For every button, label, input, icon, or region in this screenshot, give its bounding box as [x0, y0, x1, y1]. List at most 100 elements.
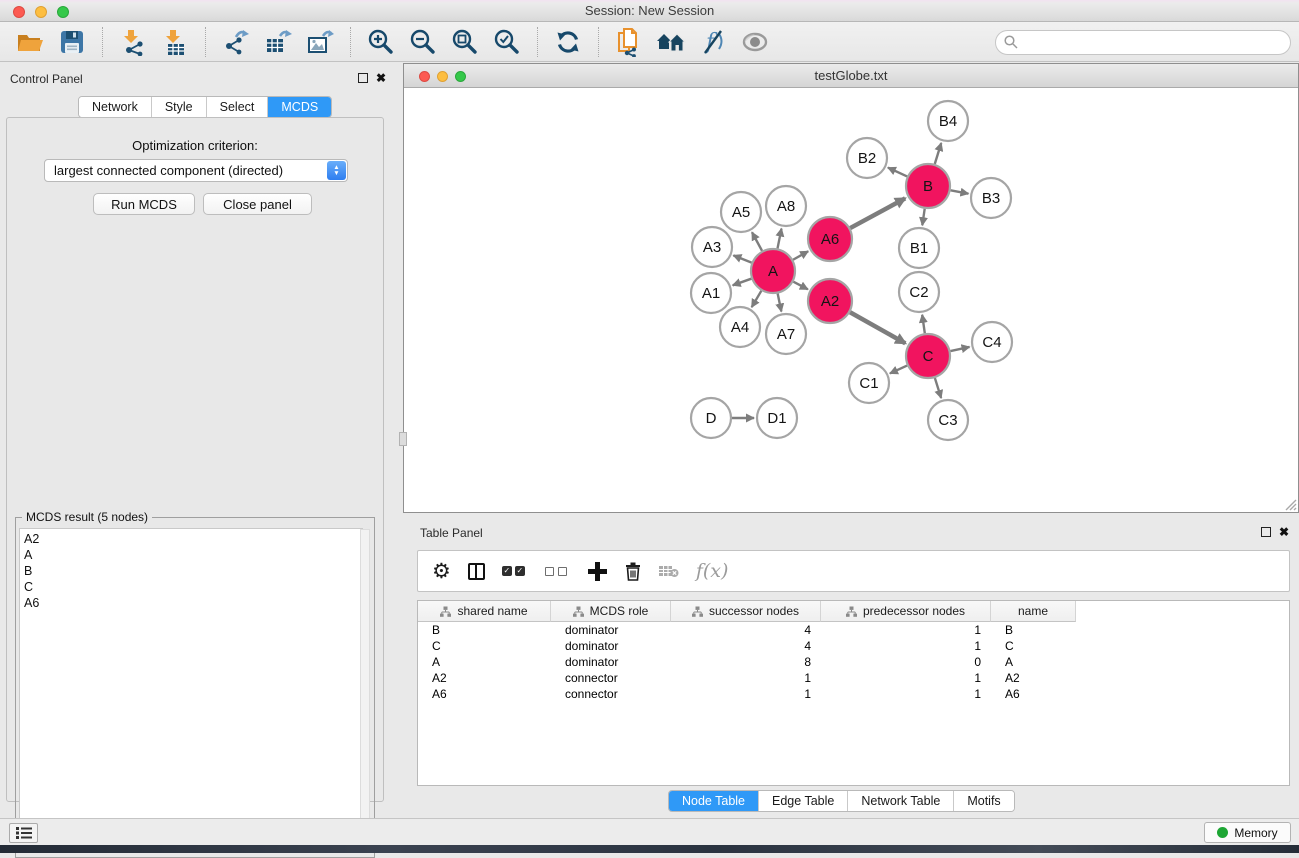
table-cell[interactable]: connector [551, 670, 671, 686]
run-mcds-button[interactable]: Run MCDS [93, 193, 195, 215]
window-resize-grip[interactable] [1283, 497, 1297, 511]
graph-edge-C-C3[interactable] [935, 378, 941, 398]
tab-select[interactable]: Select [207, 97, 269, 117]
column-header-name[interactable]: name [991, 601, 1076, 622]
graph-edge-B-B4[interactable] [935, 143, 941, 164]
table-cell[interactable]: A2 [991, 670, 1076, 686]
open-session-button[interactable] [9, 26, 51, 58]
show-columns-button[interactable] [468, 563, 485, 580]
table-cell[interactable]: 1 [671, 686, 821, 702]
result-item[interactable]: A6 [24, 595, 362, 611]
mcds-result-list[interactable]: A2ABCA6 [19, 528, 363, 853]
graph-edge-B-B1[interactable] [922, 209, 924, 225]
graph-edge-C-C1[interactable] [890, 366, 907, 374]
table-cell[interactable]: 8 [671, 654, 821, 670]
table-cell[interactable]: 0 [821, 654, 991, 670]
table-cell[interactable]: 4 [671, 622, 821, 638]
control-panel-close-icon[interactable]: ✖ [376, 73, 386, 83]
splitter-handle[interactable] [399, 432, 407, 446]
graph-edge-B-B2[interactable] [888, 168, 907, 177]
graph-edge-A-A6[interactable] [793, 251, 808, 260]
table-row[interactable]: A2connector11A2 [418, 670, 1289, 686]
network-from-selection-button[interactable] [608, 26, 650, 58]
zoom-out-button[interactable] [402, 26, 444, 58]
table-row[interactable]: Cdominator41C [418, 638, 1289, 654]
export-table-button[interactable] [257, 26, 299, 58]
table-cell[interactable]: 1 [821, 686, 991, 702]
delete-column-button[interactable] [624, 561, 642, 581]
table-cell[interactable]: 1 [821, 638, 991, 654]
show-task-history-button[interactable] [9, 823, 38, 843]
tab-network-table[interactable]: Network Table [848, 791, 954, 811]
result-item[interactable]: C [24, 579, 362, 595]
import-network-button[interactable] [112, 26, 154, 58]
graph-edge-A-A4[interactable] [752, 291, 762, 307]
table-cell[interactable]: dominator [551, 654, 671, 670]
table-cell[interactable]: C [991, 638, 1076, 654]
hide-graphics-details-button[interactable]: f [692, 26, 734, 58]
table-cell[interactable]: 1 [671, 670, 821, 686]
table-cell[interactable]: connector [551, 686, 671, 702]
close-panel-button[interactable]: Close panel [203, 193, 312, 215]
function-builder-button[interactable]: f(x) [696, 560, 729, 582]
export-network-button[interactable] [215, 26, 257, 58]
graph-edge-A2-C[interactable] [850, 312, 905, 343]
table-cell[interactable]: A2 [418, 670, 551, 686]
table-cell[interactable]: C [418, 638, 551, 654]
table-row[interactable]: Bdominator41B [418, 622, 1289, 638]
tab-node-table[interactable]: Node Table [669, 791, 759, 811]
table-cell[interactable]: A6 [991, 686, 1076, 702]
graph-edge-A-A7[interactable] [778, 294, 782, 312]
table-panel-close-icon[interactable]: ✖ [1279, 527, 1289, 537]
refresh-view-button[interactable] [547, 26, 589, 58]
graph-edge-C-C4[interactable] [950, 347, 969, 351]
table-cell[interactable]: 1 [821, 622, 991, 638]
table-cell[interactable]: B [418, 622, 551, 638]
column-header-successor-nodes[interactable]: successor nodes [671, 601, 821, 622]
result-scrollbar[interactable] [360, 529, 370, 852]
table-cell[interactable]: A [418, 654, 551, 670]
table-cell[interactable]: B [991, 622, 1076, 638]
column-header-predecessor-nodes[interactable]: predecessor nodes [821, 601, 991, 622]
graph-edge-A-A8[interactable] [778, 229, 782, 249]
import-table-button[interactable] [154, 26, 196, 58]
result-item[interactable]: B [24, 563, 362, 579]
result-item[interactable]: A2 [24, 531, 362, 547]
search-input[interactable] [995, 30, 1291, 55]
graph-edge-B-B3[interactable] [951, 190, 969, 193]
graph-edge-A-A2[interactable] [793, 282, 808, 290]
tab-network[interactable]: Network [79, 97, 152, 117]
network-graph-canvas[interactable]: AA1A2A3A4A5A6A7A8BB1B2B3B4CC1C2C3C4DD1 [404, 88, 1298, 512]
tab-style[interactable]: Style [152, 97, 207, 117]
select-all-button[interactable]: ✓✓ [502, 566, 528, 576]
tab-edge-table[interactable]: Edge Table [759, 791, 848, 811]
delete-table-button[interactable] [659, 564, 679, 578]
graph-edge-A-A3[interactable] [733, 255, 751, 262]
column-header-MCDS-role[interactable]: MCDS role [551, 601, 671, 622]
table-cell[interactable]: 4 [671, 638, 821, 654]
home-button[interactable] [650, 26, 692, 58]
table-cell[interactable]: A6 [418, 686, 551, 702]
tab-mcds[interactable]: MCDS [268, 97, 331, 117]
memory-button[interactable]: Memory [1204, 822, 1291, 843]
table-cell[interactable]: A [991, 654, 1076, 670]
graph-edge-A-A1[interactable] [733, 279, 752, 286]
table-cell[interactable]: dominator [551, 638, 671, 654]
graph-edge-C-C2[interactable] [922, 315, 925, 333]
table-panel-float-icon[interactable] [1261, 527, 1271, 537]
result-item[interactable]: A [24, 547, 362, 563]
tab-motifs[interactable]: Motifs [954, 791, 1013, 811]
table-cell[interactable]: 1 [821, 670, 991, 686]
column-header-shared-name[interactable]: shared name [418, 601, 551, 622]
zoom-selected-button[interactable] [486, 26, 528, 58]
control-panel-float-icon[interactable] [358, 73, 368, 83]
bird-eye-view-button[interactable] [734, 26, 776, 58]
zoom-in-button[interactable] [360, 26, 402, 58]
criterion-dropdown[interactable]: largest connected component (directed) ▲… [44, 159, 348, 182]
save-session-button[interactable] [51, 26, 93, 58]
zoom-fit-button[interactable] [444, 26, 486, 58]
graph-edge-A-A5[interactable] [752, 232, 762, 251]
network-window-titlebar[interactable]: testGlobe.txt [404, 64, 1298, 88]
add-column-button[interactable] [588, 562, 607, 581]
graph-edge-A6-B[interactable] [850, 198, 905, 228]
